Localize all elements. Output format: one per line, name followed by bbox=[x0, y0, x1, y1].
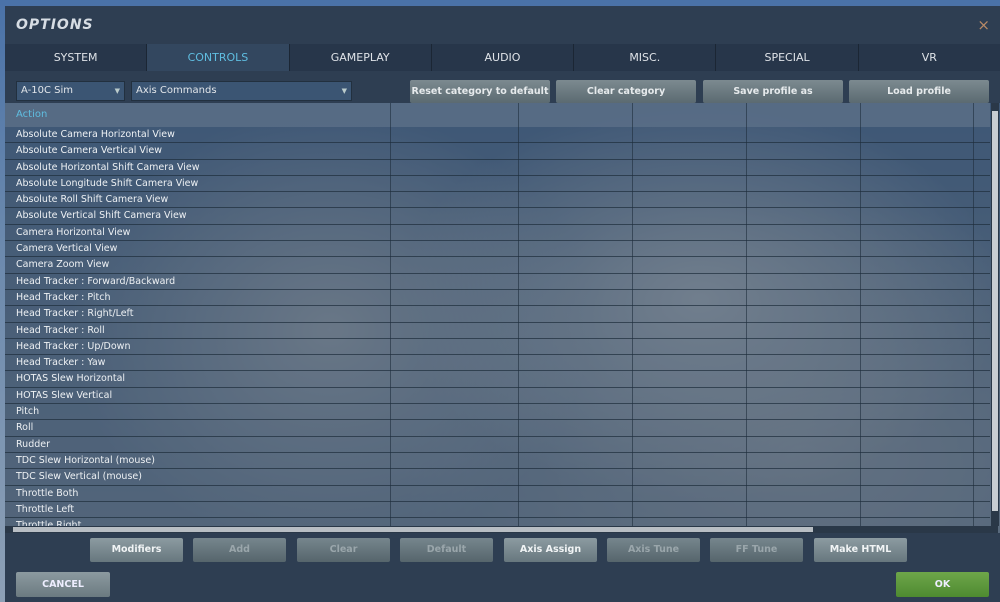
table-row[interactable]: Absolute Camera Vertical View bbox=[5, 143, 990, 160]
table-row[interactable]: Absolute Longitude Shift Camera View bbox=[5, 176, 990, 193]
options-window: OPTIONS × SYSTEM CONTROLS GAMEPLAY AUDIO… bbox=[5, 6, 1000, 602]
table-row[interactable]: Camera Vertical View bbox=[5, 241, 990, 258]
scroll-thumb[interactable] bbox=[13, 527, 813, 532]
close-icon[interactable]: × bbox=[977, 16, 990, 34]
category-select[interactable]: Axis Commands ▼ bbox=[131, 81, 352, 101]
table-row[interactable]: Rudder bbox=[5, 437, 990, 453]
clear-category-button[interactable]: Clear category bbox=[556, 80, 696, 103]
vertical-scrollbar[interactable] bbox=[991, 103, 999, 526]
action-column-header: Action bbox=[16, 109, 48, 120]
tab-system[interactable]: SYSTEM bbox=[5, 44, 148, 71]
table-row[interactable]: Throttle Left bbox=[5, 502, 990, 519]
clear-button[interactable]: Clear bbox=[297, 538, 390, 562]
tab-audio[interactable]: AUDIO bbox=[432, 44, 575, 71]
title-bar: OPTIONS × bbox=[5, 6, 1000, 44]
tab-controls[interactable]: CONTROLS bbox=[147, 44, 290, 71]
table-row[interactable]: Throttle Both bbox=[5, 486, 990, 502]
table-row[interactable]: Pitch bbox=[5, 404, 990, 421]
table-row[interactable]: Head Tracker : Yaw bbox=[5, 355, 990, 372]
table-row[interactable]: TDC Slew Vertical (mouse) bbox=[5, 469, 990, 486]
tab-gameplay[interactable]: GAMEPLAY bbox=[290, 44, 432, 71]
ok-button[interactable]: OK bbox=[896, 572, 989, 597]
table-row[interactable]: Head Tracker : Right/Left bbox=[5, 306, 990, 323]
bindings-table: Action Absolute Camera Horizontal View Ab… bbox=[5, 103, 990, 526]
action-bar: Modifiers Add Clear Default Axis Assign … bbox=[5, 533, 1000, 602]
table-row[interactable]: HOTAS Slew Horizontal bbox=[5, 371, 990, 388]
table-row[interactable]: Absolute Roll Shift Camera View bbox=[5, 192, 990, 209]
table-row[interactable]: HOTAS Slew Vertical bbox=[5, 388, 990, 405]
ff-tune-button[interactable]: FF Tune bbox=[710, 538, 803, 562]
save-profile-button[interactable]: Save profile as bbox=[703, 80, 843, 103]
reset-category-button[interactable]: Reset category to default bbox=[410, 80, 550, 103]
table-row[interactable]: Head Tracker : Pitch bbox=[5, 290, 990, 307]
chevron-down-icon: ▼ bbox=[114, 87, 120, 95]
controls-toolbar: A-10C Sim ▼ Axis Commands ▼ Reset category… bbox=[5, 71, 1000, 103]
table-row[interactable]: TDC Slew Horizontal (mouse) bbox=[5, 453, 990, 470]
modifiers-button[interactable]: Modifiers bbox=[90, 538, 183, 562]
chevron-down-icon: ▼ bbox=[341, 87, 347, 95]
table-row[interactable]: Head Tracker : Roll bbox=[5, 323, 990, 339]
category-value: Axis Commands bbox=[136, 85, 217, 96]
aircraft-select[interactable]: A-10C Sim ▼ bbox=[16, 81, 125, 101]
horizontal-scrollbar[interactable] bbox=[5, 526, 998, 533]
window-title: OPTIONS bbox=[16, 17, 94, 33]
table-header: Action bbox=[5, 103, 990, 127]
table-row[interactable]: Camera Zoom View bbox=[5, 257, 990, 274]
add-button[interactable]: Add bbox=[193, 538, 286, 562]
table-row[interactable]: Roll bbox=[5, 420, 990, 437]
scroll-thumb[interactable] bbox=[992, 111, 998, 511]
default-button[interactable]: Default bbox=[400, 538, 493, 562]
axis-tune-button[interactable]: Axis Tune bbox=[607, 538, 700, 562]
axis-assign-button[interactable]: Axis Assign bbox=[504, 538, 597, 562]
load-profile-button[interactable]: Load profile bbox=[849, 80, 989, 103]
table-row[interactable]: Absolute Vertical Shift Camera View bbox=[5, 208, 990, 225]
tab-bar: SYSTEM CONTROLS GAMEPLAY AUDIO MISC. SPE… bbox=[5, 44, 1000, 71]
cancel-button[interactable]: CANCEL bbox=[16, 572, 110, 597]
tab-special[interactable]: SPECIAL bbox=[716, 44, 859, 71]
table-row[interactable]: Absolute Horizontal Shift Camera View bbox=[5, 160, 990, 176]
table-row[interactable]: Head Tracker : Up/Down bbox=[5, 339, 990, 356]
table-row[interactable]: Head Tracker : Forward/Backward bbox=[5, 274, 990, 290]
tab-misc[interactable]: MISC. bbox=[574, 44, 717, 71]
table-row[interactable]: Throttle Right bbox=[5, 518, 990, 526]
tab-vr[interactable]: VR bbox=[859, 44, 1000, 71]
aircraft-value: A-10C Sim bbox=[21, 85, 73, 96]
make-html-button[interactable]: Make HTML bbox=[814, 538, 907, 562]
table-row[interactable]: Absolute Camera Horizontal View bbox=[5, 127, 990, 144]
table-row[interactable]: Camera Horizontal View bbox=[5, 225, 990, 242]
